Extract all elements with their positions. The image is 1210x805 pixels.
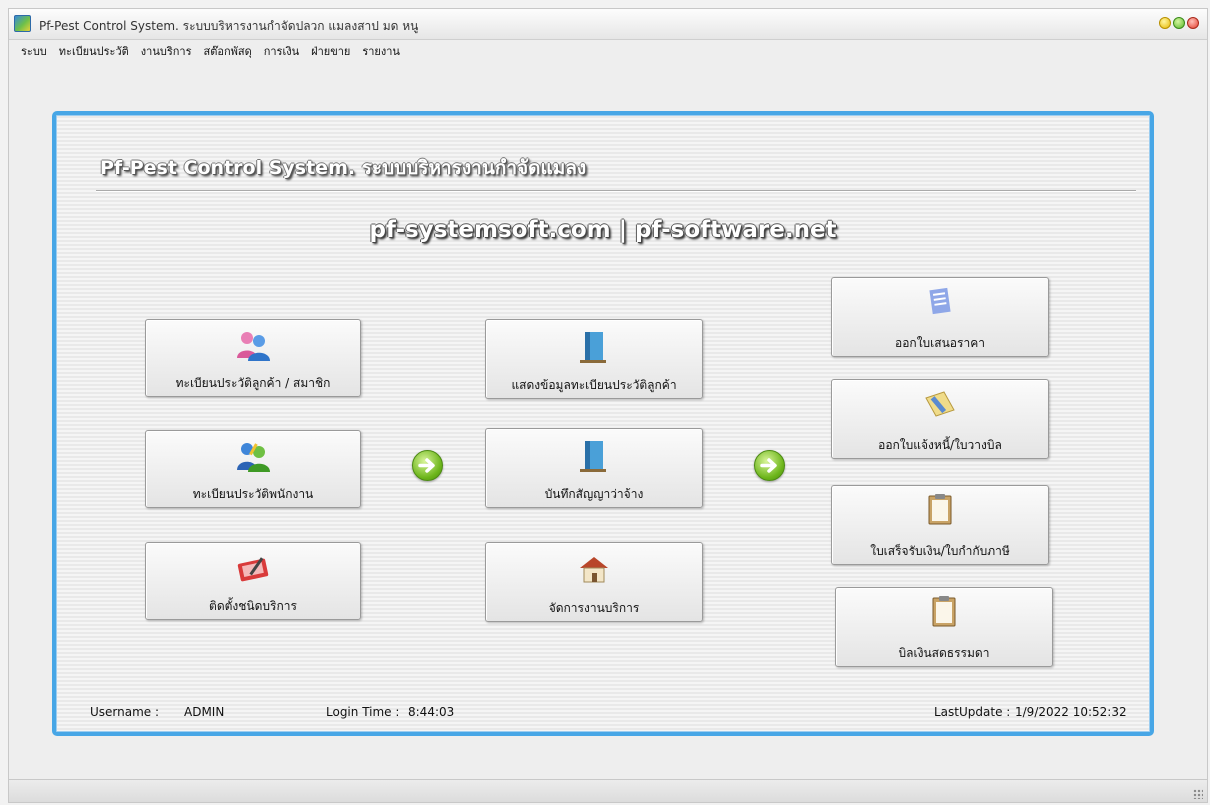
window-title: Pf-Pest Control System. ระบบบริหารงานกำจ… bbox=[39, 19, 419, 33]
flow-arrow-2-icon bbox=[754, 450, 785, 481]
app-logo-icon bbox=[14, 15, 31, 32]
title-bar: Pf-Pest Control System. ระบบบริหารงานกำจ… bbox=[9, 9, 1207, 40]
house-icon bbox=[580, 557, 608, 583]
status-bar bbox=[9, 779, 1207, 802]
cash-bill-label: บิลเงินสดธรรมดา bbox=[898, 646, 990, 660]
invoice-button[interactable]: ออกใบแจ้งหนี้/ใบวางบิล bbox=[831, 379, 1049, 459]
show-customer-button[interactable]: แสดงข้อมูลทะเบียนประวัติลูกค้า bbox=[485, 319, 703, 399]
login-time-label: Login Time : bbox=[326, 705, 400, 719]
notepad-icon bbox=[929, 287, 951, 315]
employees-icon bbox=[237, 443, 270, 472]
quotation-button[interactable]: ออกใบเสนอราคา bbox=[831, 277, 1049, 357]
customer-register-label: ทะเบียนประวัติลูกค้า / สมาชิก bbox=[175, 376, 331, 390]
lastupdate-label: LastUpdate : bbox=[934, 705, 1011, 719]
main-panel: Pf-Pest Control System. ระบบบริหารงานกำจ… bbox=[52, 111, 1154, 736]
quotation-label: ออกใบเสนอราคา bbox=[895, 336, 985, 350]
menu-stock[interactable]: สต๊อกพัสดุ bbox=[203, 42, 251, 60]
cash-bill-button[interactable]: บิลเงินสดธรรมดา bbox=[835, 587, 1053, 667]
heading-divider bbox=[96, 190, 1136, 192]
clipboard-icon bbox=[928, 494, 952, 525]
users-pair-icon bbox=[237, 332, 270, 361]
contract-label: บันทึกสัญญาว่าจ้าง bbox=[544, 487, 644, 501]
book-icon bbox=[580, 332, 606, 363]
menu-bar: ระบบ ทะเบียนประวัติ งานบริการ สต๊อกพัสดุ… bbox=[9, 39, 1210, 63]
username-value: ADMIN bbox=[184, 705, 225, 719]
receipt-button[interactable]: ใบเสร็จรับเงิน/ใบกำกับภาษี bbox=[831, 485, 1049, 565]
tablet-pen-icon bbox=[237, 557, 269, 582]
employee-register-label: ทะเบียนประวัติพนักงาน bbox=[192, 487, 314, 501]
login-time-value: 8:44:03 bbox=[408, 705, 455, 719]
close-button[interactable] bbox=[1187, 17, 1199, 29]
window-controls bbox=[1159, 17, 1199, 29]
website-text: pf-systemsoft.com | pf-software.net bbox=[369, 217, 837, 243]
show-customer-label: แสดงข้อมูลทะเบียนประวัติลูกค้า bbox=[511, 378, 677, 392]
panel-heading: Pf-Pest Control System. ระบบบริหารงานกำจ… bbox=[100, 157, 587, 179]
invoice-label: ออกใบแจ้งหนี้/ใบวางบิล bbox=[878, 438, 1002, 452]
menu-registry[interactable]: ทะเบียนประวัติ bbox=[59, 42, 129, 60]
manage-service-button[interactable]: จัดการงานบริการ bbox=[485, 542, 703, 622]
clipboard-icon bbox=[932, 596, 956, 627]
contract-button[interactable]: บันทึกสัญญาว่าจ้าง bbox=[485, 428, 703, 508]
book-icon bbox=[580, 441, 606, 472]
menu-services[interactable]: งานบริการ bbox=[141, 42, 192, 60]
flow-arrow-1-icon bbox=[412, 450, 443, 481]
employee-register-button[interactable]: ทะเบียนประวัติพนักงาน bbox=[145, 430, 361, 508]
menu-finance[interactable]: การเงิน bbox=[264, 42, 299, 60]
menu-sales[interactable]: ฝ่ายขาย bbox=[311, 42, 350, 60]
lastupdate-value: 1/9/2022 10:52:32 bbox=[1015, 705, 1127, 719]
username-label: Username : bbox=[90, 705, 160, 719]
menu-reports[interactable]: รายงาน bbox=[362, 42, 400, 60]
customer-register-button[interactable]: ทะเบียนประวัติลูกค้า / สมาชิก bbox=[145, 319, 361, 397]
service-types-label: ติดตั้งชนิดบริการ bbox=[209, 599, 297, 613]
manage-service-label: จัดการงานบริการ bbox=[548, 601, 640, 615]
service-types-button[interactable]: ติดตั้งชนิดบริการ bbox=[145, 542, 361, 620]
pencil-icon bbox=[925, 391, 955, 417]
maximize-button[interactable] bbox=[1173, 17, 1185, 29]
receipt-label: ใบเสร็จรับเงิน/ใบกำกับภาษี bbox=[870, 544, 1010, 558]
resize-grip-icon[interactable] bbox=[1193, 789, 1203, 799]
menu-system[interactable]: ระบบ bbox=[21, 42, 47, 60]
minimize-button[interactable] bbox=[1159, 17, 1171, 29]
app-window: Pf-Pest Control System. ระบบบริหารงานกำจ… bbox=[8, 8, 1208, 803]
